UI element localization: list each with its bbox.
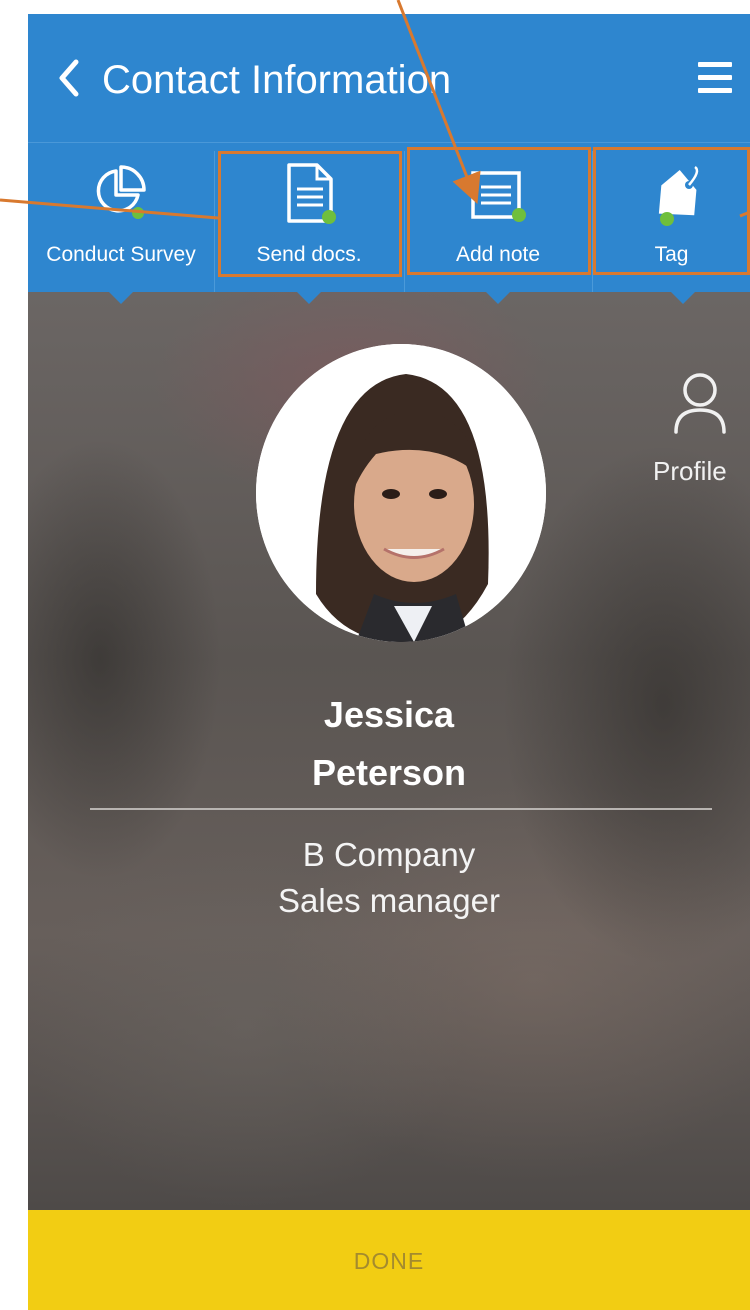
contact-first-name: Jessica <box>323 694 455 735</box>
done-label: DONE <box>353 1248 425 1274</box>
avatar <box>256 344 546 642</box>
add-note-button[interactable]: Add note <box>405 143 591 293</box>
pie-chart-icon <box>96 165 146 219</box>
toolbar-pointer <box>484 290 512 304</box>
tag-icon <box>658 165 699 226</box>
toolbar-pointer <box>107 290 135 304</box>
toolbar-pointer <box>669 290 697 304</box>
add-note-label: Add note <box>455 243 541 266</box>
notepad-icon <box>471 171 526 222</box>
tag-button[interactable]: Tag <box>593 143 750 293</box>
app-header: Contact Information <box>28 14 750 142</box>
conduct-survey-label: Conduct Survey <box>46 243 196 266</box>
contact-job-title: Sales manager <box>278 882 500 919</box>
person-icon <box>674 373 726 434</box>
done-button[interactable]: DONE <box>28 1210 750 1310</box>
contact-screen: Contact Information Conduct Survey Send … <box>28 14 750 1310</box>
hamburger-menu-icon[interactable] <box>696 62 734 96</box>
document-icon <box>287 163 336 224</box>
contact-company: B Company <box>302 836 476 873</box>
name-divider <box>90 808 712 810</box>
profile-label: Profile <box>653 456 727 486</box>
conduct-survey-button[interactable]: Conduct Survey <box>28 143 214 293</box>
back-arrow-icon[interactable] <box>56 58 82 98</box>
page-title: Contact Information <box>102 58 452 102</box>
profile-button[interactable]: Profile <box>648 370 750 490</box>
toolbar-pointer <box>295 290 323 304</box>
contact-last-name: Peterson <box>311 752 467 793</box>
send-docs-button[interactable]: Send docs. <box>215 143 403 293</box>
tag-label: Tag <box>654 243 689 266</box>
action-toolbar: Conduct Survey Send docs. Add note Tag <box>28 142 750 293</box>
send-docs-label: Send docs. <box>256 243 362 266</box>
person-photo-icon <box>256 344 546 642</box>
